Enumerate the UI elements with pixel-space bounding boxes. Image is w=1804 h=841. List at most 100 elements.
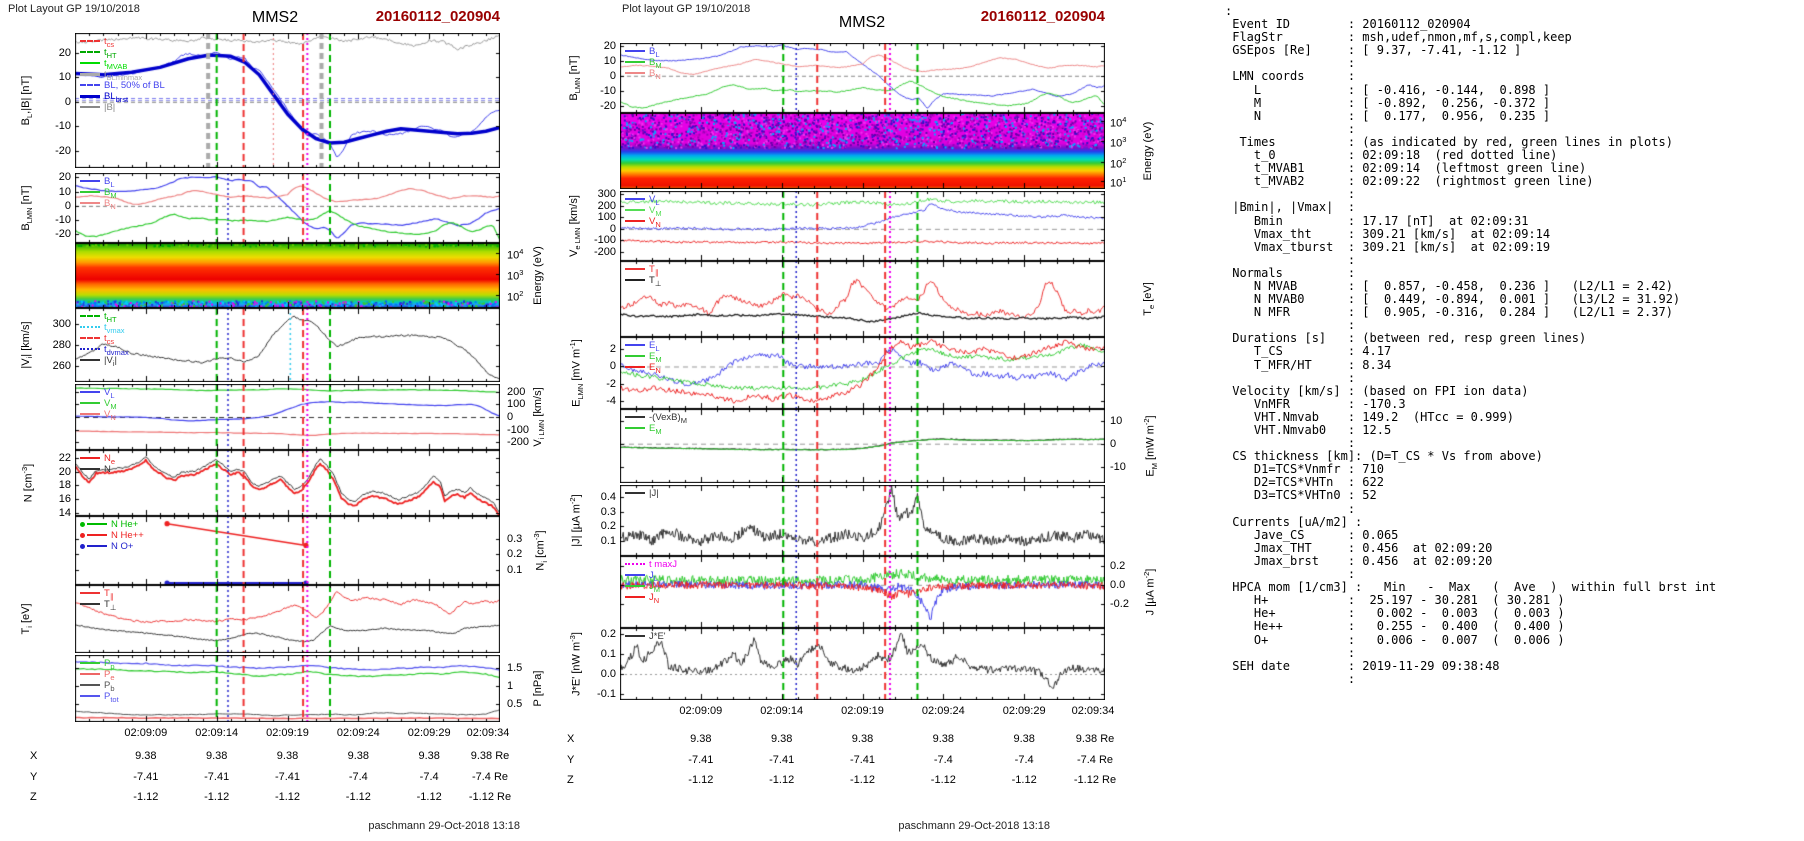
legend-entry-label: Ne bbox=[104, 453, 116, 466]
legend-line-sample-icon bbox=[80, 592, 100, 595]
left-ephemeris-value: -1.12 Re bbox=[468, 791, 512, 803]
left-ephemeris-value: -7.41 bbox=[204, 771, 230, 783]
legend-entry: EM bbox=[625, 351, 662, 364]
mid-ephemeris-row-label: X bbox=[567, 733, 575, 745]
legend-entry-label: tcs bbox=[104, 333, 115, 346]
mid-ephemeris-value: -1.12 bbox=[1011, 774, 1037, 786]
mid-te-panel bbox=[620, 261, 1105, 337]
legend-line-sample-icon bbox=[80, 684, 100, 687]
legend-entry: Pe bbox=[80, 669, 119, 682]
legend-line-sample-icon bbox=[625, 585, 645, 588]
legend-entry-label: VN bbox=[104, 409, 116, 422]
left-ytick-label: 10 bbox=[58, 185, 71, 198]
mid-ephemeris-value: -1.12 bbox=[688, 774, 714, 786]
legend-entry: BM bbox=[80, 187, 117, 200]
legend-line-sample-icon bbox=[80, 391, 100, 394]
legend-entry-label: Pe bbox=[104, 669, 115, 682]
legend-entry: tMVAB bbox=[80, 58, 165, 71]
legend-entry-label: JL bbox=[649, 570, 658, 583]
legend-entry: tcs bbox=[80, 36, 165, 49]
legend-entry-label: JM bbox=[649, 581, 660, 594]
legend-entry: JN bbox=[625, 592, 677, 605]
left-ytick-label: 22 bbox=[58, 452, 71, 465]
mid-y-axis-label: Ve LMN [km/s] bbox=[568, 195, 583, 257]
legend-entry-label: t maxJ bbox=[649, 559, 677, 570]
legend-line-sample-icon bbox=[625, 220, 645, 223]
mid-y-axis-label: J*E' [nW m-3] bbox=[568, 632, 583, 696]
legend-entry-label: N bbox=[104, 464, 111, 475]
legend-entry: EM bbox=[625, 423, 687, 436]
left-ephemeris-value: -1.12 bbox=[416, 791, 442, 803]
legend-line-sample-icon bbox=[80, 106, 100, 109]
left-time-tick-label: 02:09:14 bbox=[195, 727, 239, 739]
legend-line-sample-icon bbox=[625, 209, 645, 212]
legend-entry-label: |J| bbox=[649, 488, 659, 499]
legend-line-sample-icon bbox=[80, 72, 100, 76]
left-ephemeris-value: 9.38 bbox=[135, 750, 157, 762]
left-ephemeris-value: -1.12 bbox=[345, 791, 371, 803]
legend-entry: JM bbox=[625, 581, 677, 594]
mid-ephemeris-value: -1.12 Re bbox=[1073, 774, 1117, 786]
legend-entry: BL bbox=[625, 46, 662, 59]
left-ephemeris-value: 9.38 bbox=[418, 750, 440, 762]
mid-y-axis-label: |J| [µA m-2] bbox=[568, 494, 583, 547]
legend-entry: tvmax bbox=[80, 322, 129, 335]
legend-entry: BL bbox=[80, 176, 117, 189]
legend-line-sample-icon bbox=[80, 315, 100, 318]
mid-jlmn-panel bbox=[620, 556, 1105, 628]
legend-entry-label: VL bbox=[104, 387, 115, 400]
legend-entry-label: |Vi| bbox=[104, 355, 117, 368]
legend-entry-label: BL bbox=[104, 176, 115, 189]
legend-entry: T⊥ bbox=[80, 599, 117, 612]
legend-entry-label: T∥ bbox=[649, 264, 659, 277]
left-ephemeris-value: -1.12 bbox=[274, 791, 301, 803]
legend-line-sample-icon bbox=[80, 359, 100, 362]
left-legend: VL VM VN bbox=[80, 387, 117, 422]
left-y-axis-label: |Vi| [km/s] bbox=[20, 321, 35, 369]
left-ephemeris-value: -7.41 bbox=[274, 771, 301, 783]
legend-line-sample-icon bbox=[87, 545, 107, 548]
legend-line-sample-icon bbox=[625, 596, 645, 599]
legend-entry-label: VM bbox=[649, 205, 662, 218]
left-ytick-label: 18 bbox=[58, 479, 71, 492]
legend-entry: T∥ bbox=[625, 264, 661, 277]
mid-ephemeris-value: -1.12 bbox=[769, 774, 795, 786]
left-ytick-label: 10 bbox=[58, 71, 71, 84]
mid-ephemeris-row-label: Z bbox=[567, 774, 574, 786]
legend-entry-label: N He+ bbox=[111, 519, 139, 530]
mid-ephemeris-value: 9.38 bbox=[932, 733, 955, 745]
left-y-axis-label: BL,|B| [nT] bbox=[20, 75, 35, 126]
left-ephemeris-row-label: Y bbox=[30, 771, 38, 783]
legend-entry: Pb bbox=[80, 680, 119, 693]
legend-line-sample-icon bbox=[80, 603, 100, 606]
legend-line-sample-icon bbox=[625, 427, 645, 430]
mid-time-tick-label: 02:09:29 bbox=[1002, 705, 1046, 717]
legend-line-sample-icon bbox=[80, 337, 100, 340]
left-event-id: 20160112_020904 bbox=[375, 8, 500, 25]
left-ion-spectrogram bbox=[75, 243, 500, 308]
legend-entry: Ptot bbox=[80, 691, 119, 704]
left-rtick-label: 102 bbox=[507, 289, 524, 304]
legend-entry-label: T⊥ bbox=[104, 599, 117, 612]
legend-line-sample-icon bbox=[625, 635, 645, 638]
legend-entry: T∥ bbox=[80, 588, 116, 601]
mid-event-id: 20160112_020904 bbox=[980, 8, 1105, 25]
legend-entry-label: EN bbox=[649, 362, 661, 375]
legend-entry: BN bbox=[80, 198, 117, 211]
left-time-tick-label: 02:09:34 bbox=[466, 727, 510, 739]
legend-entry-label: Pp bbox=[104, 658, 115, 671]
legend-entry: BM bbox=[625, 57, 662, 70]
left-ephemeris-value: 9.38 bbox=[205, 750, 228, 762]
legend-marker-icon bbox=[80, 532, 85, 538]
left-ytick-label: 16 bbox=[58, 492, 71, 505]
legend-line-sample-icon bbox=[625, 366, 645, 369]
left-legend: BL BM BN bbox=[80, 176, 117, 211]
left-ytick-label: 300 bbox=[52, 317, 71, 330]
legend-line-sample-icon bbox=[625, 50, 645, 53]
legend-entry: VL bbox=[625, 194, 662, 207]
legend-entry: tHT bbox=[80, 311, 129, 324]
legend-entry-label: tHT bbox=[104, 47, 117, 60]
plot-workspace: Plot Layout GP 19/10/2018 MMS2 20160112_… bbox=[0, 0, 1804, 841]
left-legend: tHT tvmax tcs tdvmax |Vi| bbox=[80, 311, 129, 368]
mid-layout-label: Plot layout GP 19/10/2018 bbox=[622, 3, 751, 15]
